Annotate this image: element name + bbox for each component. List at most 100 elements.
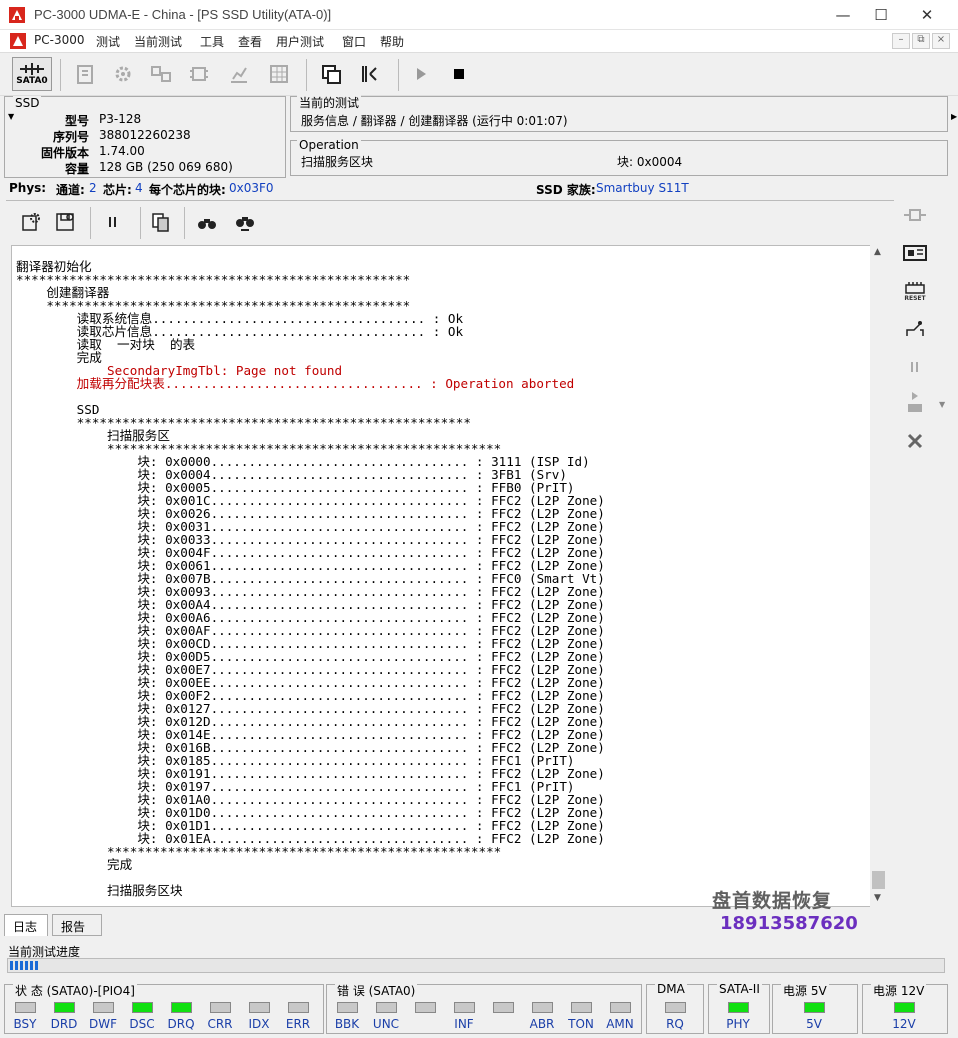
tab-report[interactable]: 报告 <box>52 914 102 936</box>
window-title: PC-3000 UDMA-E - China - [PS SSD Utility… <box>34 7 332 22</box>
current-test-panel: 当前的测试 服务信息 / 翻译器 / 创建翻译器 (运行中 0:01:07) <box>290 94 948 132</box>
modules-icon <box>151 66 171 82</box>
menu-pc3000[interactable]: PC-3000 <box>34 33 84 47</box>
capacity-label: 容量 <box>64 162 89 176</box>
pause-grey-icon <box>911 362 918 372</box>
log-text-area[interactable]: 翻译器初始化 **********************************… <box>11 245 887 907</box>
tab-log[interactable]: 日志 <box>4 914 48 936</box>
led-indicator <box>210 1002 231 1013</box>
app-menu-icon[interactable] <box>10 33 26 49</box>
progress-bar <box>7 958 945 973</box>
card-icon <box>903 245 927 261</box>
copy-button[interactable] <box>144 205 178 239</box>
main-toolbar: SATA0 <box>0 52 958 96</box>
operation-title: Operation <box>297 138 361 152</box>
led-label: DRD <box>50 1017 78 1031</box>
pause-button[interactable] <box>96 205 130 239</box>
sata-port-icon <box>20 63 44 75</box>
led-label: INF <box>454 1017 474 1031</box>
operation-value: 扫描服务区块 <box>301 155 374 169</box>
mdi-minimize-icon[interactable]: – <box>892 33 910 49</box>
chips-value: 4 <box>135 181 143 195</box>
blocks-per-chip-value: 0x03F0 <box>229 181 274 195</box>
scroll-thumb[interactable] <box>872 871 885 889</box>
right-tool-pause-button[interactable] <box>899 352 931 382</box>
mdi-restore-icon[interactable]: ⧉ <box>912 33 930 49</box>
led-indicator <box>665 1002 686 1013</box>
close-button[interactable]: ✕ <box>904 0 950 30</box>
settings-button[interactable] <box>106 57 140 91</box>
passport-icon <box>77 65 93 84</box>
chip-button[interactable] <box>182 57 216 91</box>
menu-tools[interactable]: 工具 <box>200 33 224 50</box>
log-tool-save-button[interactable] <box>48 205 82 239</box>
right-tool-card-button[interactable] <box>899 238 931 268</box>
reset-icon <box>905 281 925 294</box>
led-indicator <box>288 1002 309 1013</box>
windows-button[interactable] <box>314 57 348 91</box>
chips-label: 芯片: <box>103 183 132 197</box>
exit-button[interactable] <box>352 57 386 91</box>
save-icon <box>56 213 74 231</box>
right-tool-power-button[interactable] <box>899 314 931 344</box>
led-indicator <box>54 1002 75 1013</box>
app-logo-icon <box>9 7 25 23</box>
progress-fill <box>10 961 38 970</box>
menu-window[interactable]: 窗口 <box>342 33 366 50</box>
maximize-button[interactable]: ☐ <box>858 0 904 30</box>
log-line: 扫描服务区块 <box>16 883 183 898</box>
led-indicator <box>249 1002 270 1013</box>
log-tool-settings-button[interactable] <box>14 205 48 239</box>
led-indicator <box>571 1002 592 1013</box>
led-label: DRQ <box>167 1017 195 1031</box>
mdi-close-icon[interactable]: × <box>932 33 950 49</box>
passport-button[interactable] <box>68 57 102 91</box>
toolbar-separator <box>306 59 307 91</box>
log-scrollbar[interactable]: ▲ ▼ <box>870 245 887 907</box>
led-indicator <box>728 1002 749 1013</box>
dma-group: DMA RQ <box>646 982 704 1034</box>
channels-value: 2 <box>89 181 97 195</box>
toolbar-separator <box>60 59 61 91</box>
right-tool-connect-button[interactable] <box>899 200 931 230</box>
menu-view[interactable]: 查看 <box>238 33 262 50</box>
state-group: 状 态 (SATA0)-[PIO4] BSY DRD DWF DSC DRQ CRR IDX… <box>4 982 324 1034</box>
play-icon <box>417 68 426 80</box>
right-tool-play-button[interactable] <box>899 388 931 418</box>
serial-value: 388012260238 <box>99 128 191 142</box>
run-button[interactable] <box>404 57 438 91</box>
stop-button[interactable] <box>442 57 476 91</box>
table-button[interactable] <box>262 57 296 91</box>
sata0-button[interactable]: SATA0 <box>12 57 52 91</box>
toolbar-separator <box>184 207 185 239</box>
progress-panel: 当前测试进度 <box>4 940 945 978</box>
modules-button[interactable] <box>144 57 178 91</box>
binoculars-next-icon <box>236 217 254 231</box>
menu-user-test[interactable]: 用户测试 <box>276 33 324 50</box>
sata0-label: SATA0 <box>16 76 48 86</box>
scroll-up-icon[interactable]: ▲ <box>874 247 881 257</box>
toolbar-separator <box>140 207 141 239</box>
collapse-arrow-icon[interactable]: ▼ <box>8 112 14 121</box>
panel-expand-icon[interactable]: ▼ <box>939 400 945 409</box>
find-button[interactable] <box>190 205 224 239</box>
channels-label: 通道: <box>56 183 85 197</box>
firmware-label: 固件版本 <box>40 146 89 160</box>
led-indicator <box>804 1002 825 1013</box>
find-next-button[interactable] <box>228 205 262 239</box>
right-tool-reset-button[interactable]: RESET <box>899 276 931 306</box>
power5-group-title: 电源 5V <box>781 982 829 999</box>
scroll-down-icon[interactable]: ▼ <box>874 893 881 903</box>
right-tool-tools-button[interactable] <box>899 426 931 456</box>
menu-current-test[interactable]: 当前测试 <box>134 33 182 50</box>
menu-test[interactable]: 测试 <box>96 33 120 50</box>
chart-button[interactable] <box>222 57 256 91</box>
menu-help[interactable]: 帮助 <box>380 33 404 50</box>
windows-icon <box>322 65 341 84</box>
led-label: RQ <box>666 1017 684 1031</box>
chart-icon <box>231 67 247 83</box>
power5-group: 电源 5V 5V <box>772 982 858 1034</box>
right-arrow-icon[interactable]: ▶ <box>951 112 957 121</box>
ssd-family-value: Smartbuy S11T <box>596 181 689 195</box>
